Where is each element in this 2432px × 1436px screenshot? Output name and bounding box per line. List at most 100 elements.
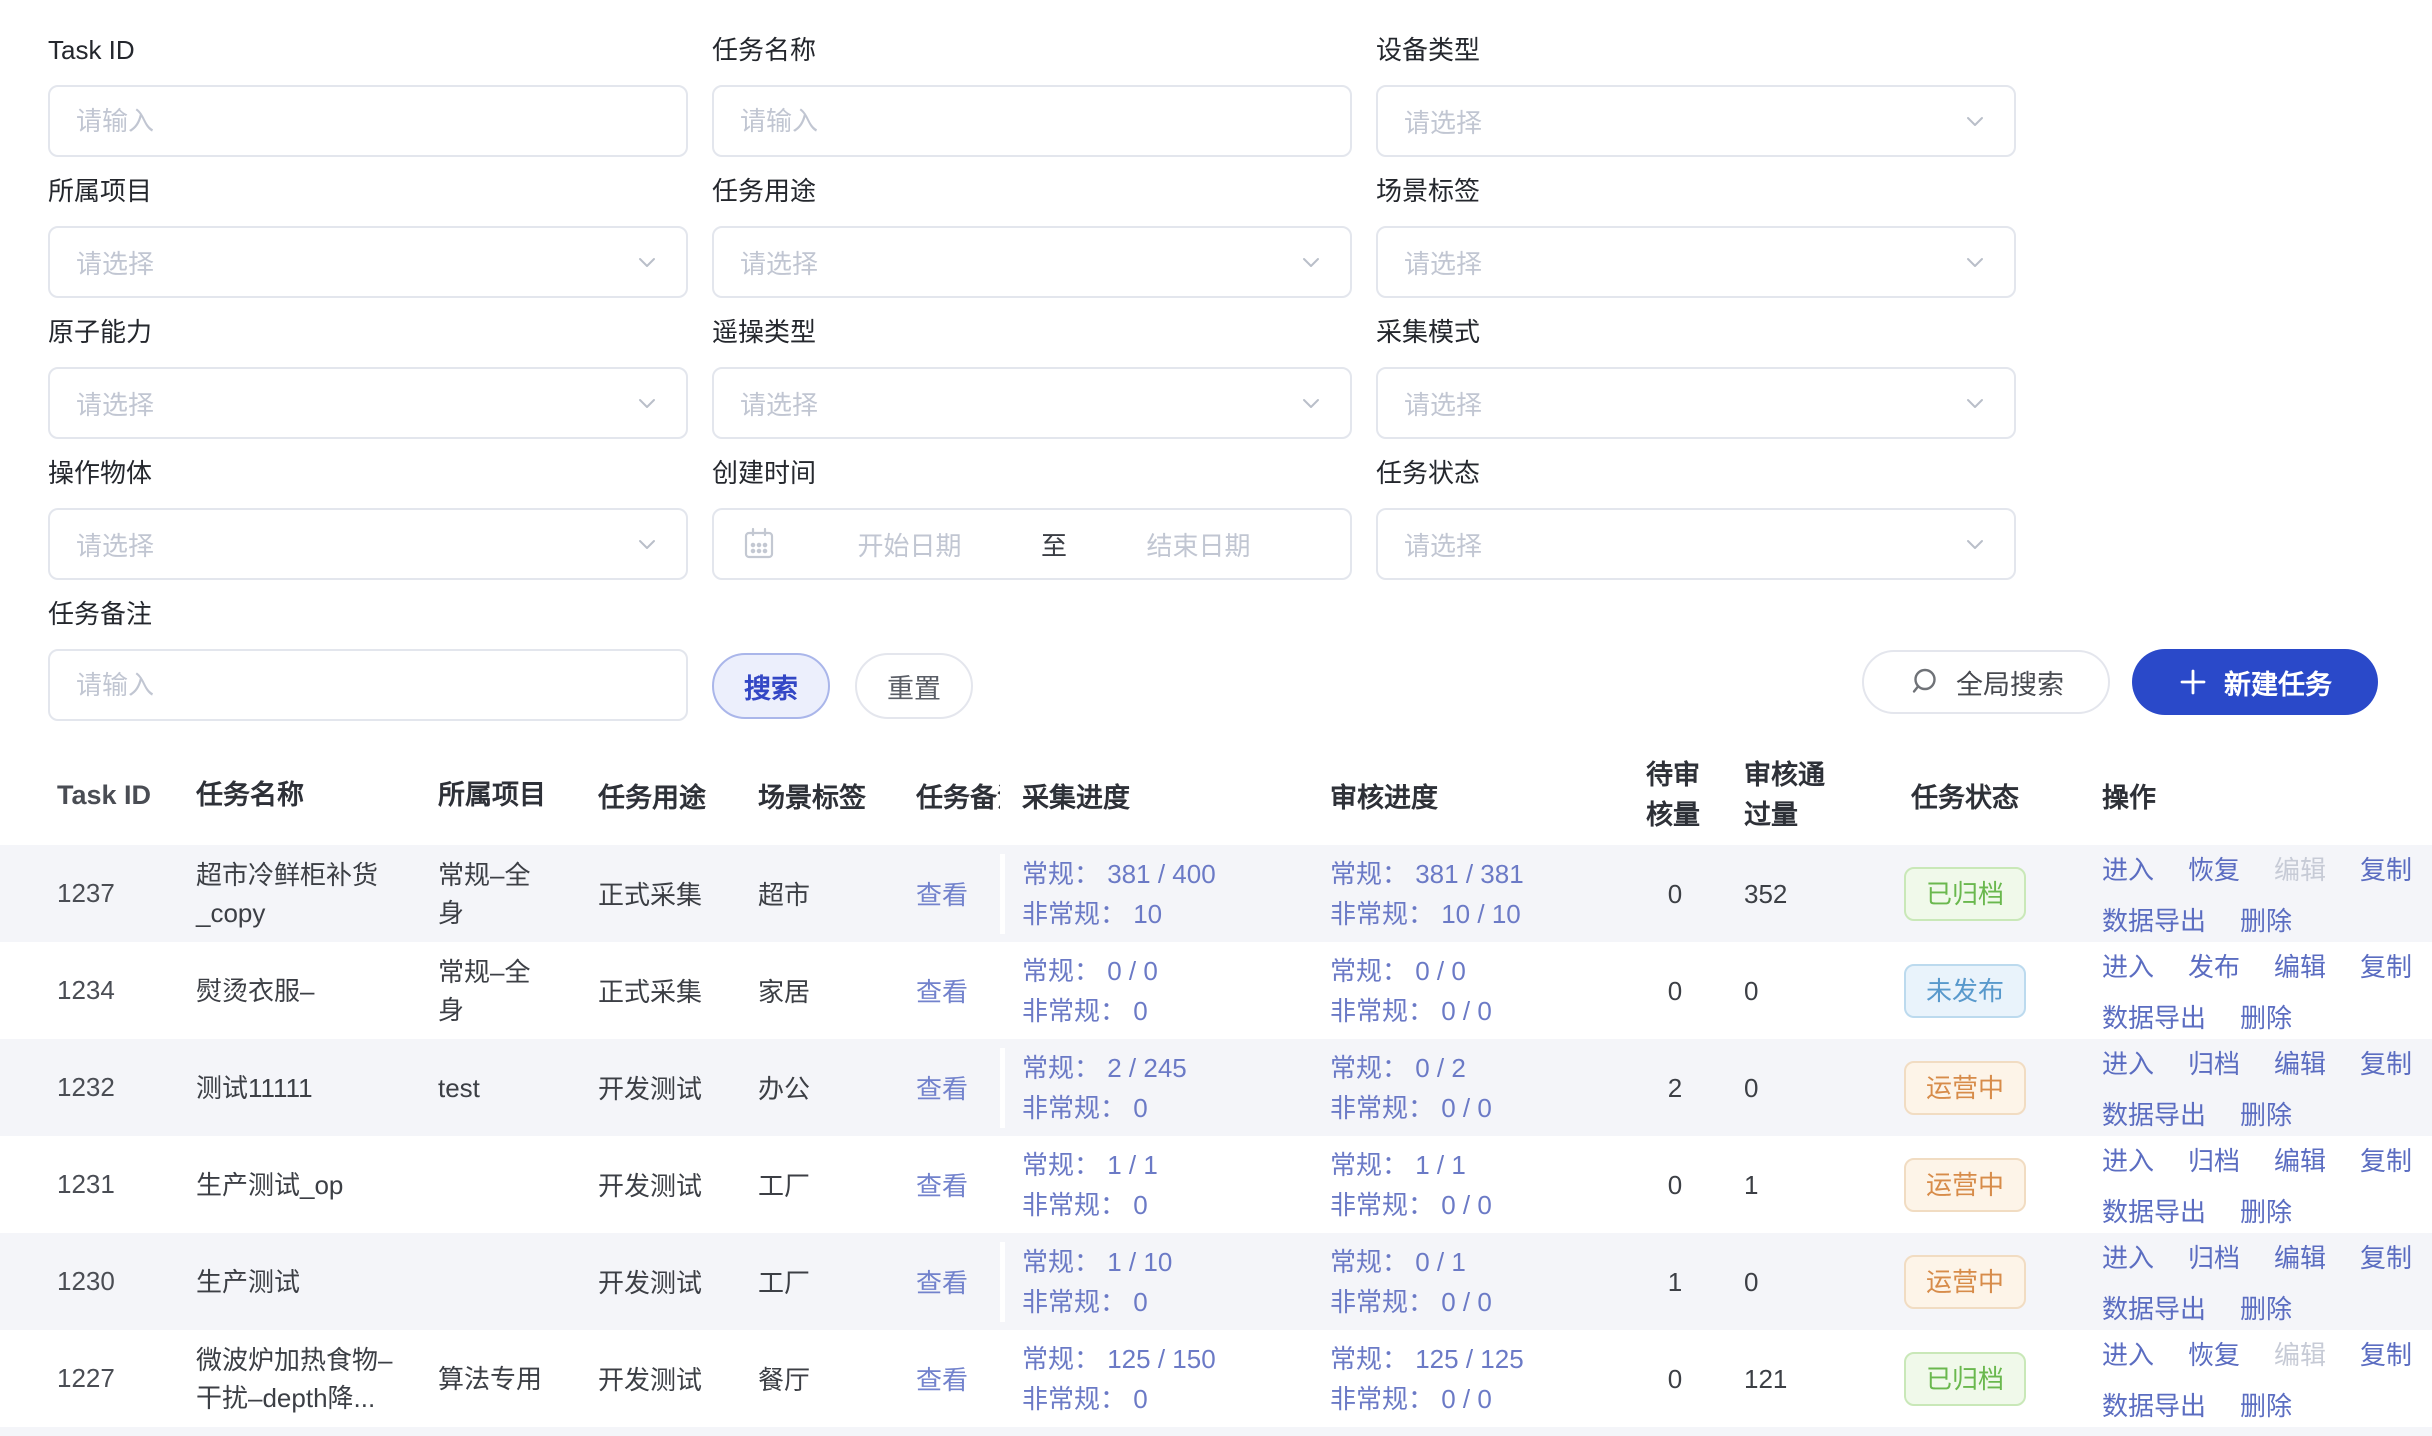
action-export-link[interactable]: 数据导出 xyxy=(2102,1386,2206,1423)
plus-icon xyxy=(2178,667,2208,697)
action-copy-link[interactable]: 复制 xyxy=(2360,1335,2412,1372)
action-delete-link[interactable]: 删除 xyxy=(2240,901,2292,938)
scene-cell: 工厂 xyxy=(758,1263,916,1300)
global-search-button[interactable]: 全局搜索 xyxy=(1862,650,2110,714)
note-cell: 查看 xyxy=(916,875,1000,912)
approved-count-cell: 0 xyxy=(1720,971,1830,1011)
review-progress-cell: 常规： 0 / 0 非常规： 0 / 0 xyxy=(1330,951,1630,1031)
collect-progress-cell: 常规： 381 / 400 非常规： 10 xyxy=(1000,854,1330,934)
collect-irregular: 非常规： 0 xyxy=(1022,1088,1330,1128)
status-badge: 未发布 xyxy=(1904,964,2026,1018)
start-date-placeholder[interactable]: 开始日期 xyxy=(784,526,1035,563)
reset-button[interactable]: 重置 xyxy=(855,653,973,719)
task-id-cell: 1237 xyxy=(0,878,196,909)
action-enter-link[interactable]: 进入 xyxy=(2102,1044,2154,1081)
new-task-button[interactable]: 新建任务 xyxy=(2132,649,2378,715)
action-export-link[interactable]: 数据导出 xyxy=(2102,901,2206,938)
action-state-link[interactable]: 归档 xyxy=(2188,1238,2240,1275)
action-enter-link[interactable]: 进入 xyxy=(2102,947,2154,984)
action-edit-link: 编辑 xyxy=(2274,1335,2326,1372)
action-delete-link[interactable]: 删除 xyxy=(2240,998,2292,1035)
project-select[interactable]: 请选择 xyxy=(48,226,688,298)
action-copy-link[interactable]: 复制 xyxy=(2360,1141,2412,1178)
action-state-link[interactable]: 归档 xyxy=(2188,1141,2240,1178)
action-state-link[interactable]: 归档 xyxy=(2188,1044,2240,1081)
view-note-link[interactable]: 查看 xyxy=(916,1365,968,1395)
device-type-select[interactable]: 请选择 xyxy=(1376,85,2016,157)
global-search-label: 全局搜索 xyxy=(1956,663,2064,702)
view-note-link[interactable]: 查看 xyxy=(916,1171,968,1201)
filter-label: 采集模式 xyxy=(1376,316,2016,348)
action-delete-link[interactable]: 删除 xyxy=(2240,1095,2292,1132)
filter-label: 遥操类型 xyxy=(712,316,1352,348)
action-copy-link[interactable]: 复制 xyxy=(2360,947,2412,984)
collect-mode-select[interactable]: 请选择 xyxy=(1376,367,2016,439)
select-placeholder: 请选择 xyxy=(1404,244,1482,281)
view-note-link[interactable]: 查看 xyxy=(916,977,968,1007)
review-progress-cell: 常规： 125 / 125 非常规： 0 / 0 xyxy=(1330,1339,1630,1419)
action-delete-link[interactable]: 删除 xyxy=(2240,1192,2292,1229)
view-note-link[interactable]: 查看 xyxy=(916,1268,968,1298)
filter-field-task-status: 任务状态 请选择 xyxy=(1376,457,2016,580)
filter-field-collect-mode: 采集模式 请选择 xyxy=(1376,316,2016,439)
action-edit-link[interactable]: 编辑 xyxy=(2274,947,2326,984)
action-edit-link[interactable]: 编辑 xyxy=(2274,1044,2326,1081)
note-cell: 查看 xyxy=(916,1360,1000,1397)
collect-irregular: 非常规： 10 xyxy=(1022,894,1330,934)
action-edit-link[interactable]: 编辑 xyxy=(2274,1238,2326,1275)
action-export-link[interactable]: 数据导出 xyxy=(2102,1192,2206,1229)
search-button[interactable]: 搜索 xyxy=(712,653,830,719)
action-copy-link[interactable]: 复制 xyxy=(2360,850,2412,887)
end-date-placeholder[interactable]: 结束日期 xyxy=(1073,526,1324,563)
operate-object-select[interactable]: 请选择 xyxy=(48,508,688,580)
filter-field-create-time: 创建时间 开始日期 至 结束日期 xyxy=(712,457,1352,580)
action-state-link[interactable]: 恢复 xyxy=(2188,850,2240,887)
task-remark-input[interactable] xyxy=(48,649,688,721)
action-enter-link[interactable]: 进入 xyxy=(2102,1238,2154,1275)
action-copy-link[interactable]: 复制 xyxy=(2360,1238,2412,1275)
task-id-cell: 1234 xyxy=(0,975,196,1006)
action-export-link[interactable]: 数据导出 xyxy=(2102,998,2206,1035)
chevron-down-icon xyxy=(634,249,660,275)
action-state-link[interactable]: 恢复 xyxy=(2188,1335,2240,1372)
action-delete-link[interactable]: 删除 xyxy=(2240,1289,2292,1326)
action-state-link[interactable]: 发布 xyxy=(2188,947,2240,984)
pending-count-cell: 0 xyxy=(1630,971,1720,1011)
approved-count-cell: 352 xyxy=(1720,874,1830,914)
header-review-progress: 审核进度 xyxy=(1330,776,1630,815)
action-enter-link[interactable]: 进入 xyxy=(2102,1335,2154,1372)
filter-field-task-remark: 任务备注 xyxy=(48,598,688,721)
purpose-cell: 开发测试 xyxy=(598,1360,758,1397)
review-irregular: 非常规： 10 / 10 xyxy=(1330,894,1630,934)
task-name-input[interactable] xyxy=(712,85,1352,157)
action-export-link[interactable]: 数据导出 xyxy=(2102,1289,2206,1326)
atomic-ability-select[interactable]: 请选择 xyxy=(48,367,688,439)
teleop-type-select[interactable]: 请选择 xyxy=(712,367,1352,439)
action-export-link[interactable]: 数据导出 xyxy=(2102,1095,2206,1132)
action-delete-link[interactable]: 删除 xyxy=(2240,1386,2292,1423)
view-note-link[interactable]: 查看 xyxy=(916,1074,968,1104)
purpose-cell: 开发测试 xyxy=(598,1166,758,1203)
purpose-select[interactable]: 请选择 xyxy=(712,226,1352,298)
collect-regular: 常规： 2 / 245 xyxy=(1022,1048,1330,1088)
collect-regular: 常规： 125 / 150 xyxy=(1022,1339,1330,1379)
action-enter-link[interactable]: 进入 xyxy=(2102,1141,2154,1178)
action-enter-link[interactable]: 进入 xyxy=(2102,850,2154,887)
collect-irregular: 非常规： 0 xyxy=(1022,1379,1330,1419)
date-range-separator: 至 xyxy=(1035,526,1073,563)
task-status-select[interactable]: 请选择 xyxy=(1376,508,2016,580)
action-edit-link[interactable]: 编辑 xyxy=(2274,1141,2326,1178)
header-status: 任务状态 xyxy=(1830,776,2100,815)
project-cell: 算法专用 xyxy=(438,1360,598,1398)
task-id-input[interactable] xyxy=(48,85,688,157)
scene-tag-select[interactable]: 请选择 xyxy=(1376,226,2016,298)
review-regular: 常规： 125 / 125 xyxy=(1330,1339,1630,1379)
filter-actions: 搜索 重置 xyxy=(712,598,1352,721)
status-cell: 运营中 xyxy=(1830,1061,2100,1115)
create-time-range-picker[interactable]: 开始日期 至 结束日期 xyxy=(712,508,1352,580)
table-body: 1237 超市冷鲜柜补货_copy 常规–全身 正式采集 超市 查看 常规： 3… xyxy=(0,845,2432,1427)
view-note-link[interactable]: 查看 xyxy=(916,880,968,910)
action-copy-link[interactable]: 复制 xyxy=(2360,1044,2412,1081)
project-cell: test xyxy=(438,1069,598,1107)
task-name-cell: 生产测试_op xyxy=(196,1166,438,1204)
